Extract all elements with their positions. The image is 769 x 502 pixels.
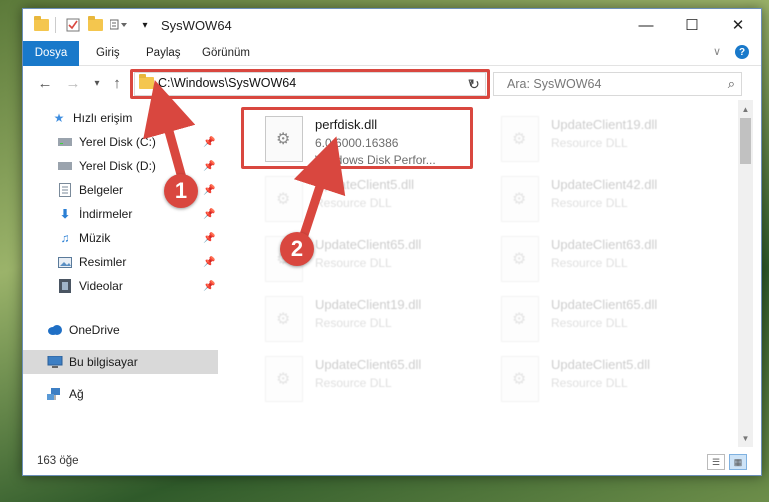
- arrow-2: [293, 136, 346, 240]
- step-badge-2: 2: [280, 232, 314, 266]
- step-badge-1: 1: [164, 174, 198, 208]
- annotation-arrows: [143, 79, 346, 240]
- arrow-1: [143, 79, 196, 180]
